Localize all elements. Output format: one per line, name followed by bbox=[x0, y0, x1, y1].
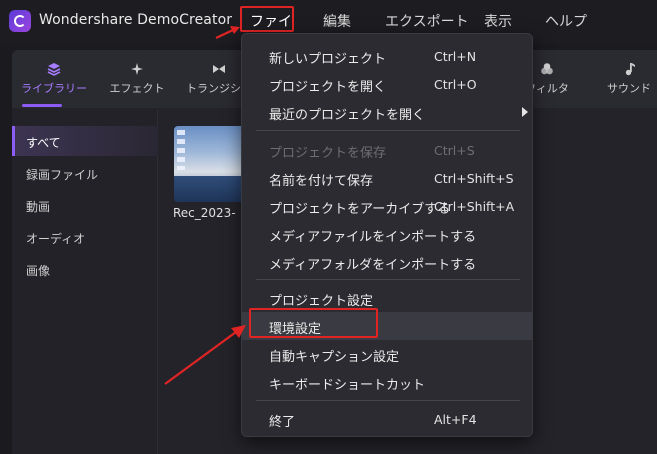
annotation-highlight-box bbox=[249, 308, 378, 338]
menu-item-open-recent[interactable]: 最近のプロジェクトを開く bbox=[242, 98, 532, 126]
tab-effects-label: エフェクト bbox=[109, 82, 165, 95]
menu-file[interactable]: ファイル bbox=[240, 6, 294, 50]
tab-sound[interactable]: サウンド bbox=[592, 50, 657, 108]
transition-icon bbox=[212, 62, 226, 76]
sparkle-icon bbox=[130, 62, 144, 76]
menu-item-label: 新しいプロジェクト bbox=[269, 52, 387, 67]
sidebar-item-recordings[interactable]: 録画ファイル bbox=[12, 158, 158, 188]
tab-library[interactable]: ライブラリー bbox=[17, 50, 91, 108]
menu-edit[interactable]: 編集 bbox=[323, 11, 351, 31]
menu-item-import-media-folder[interactable]: メディアフォルダをインポートする bbox=[242, 248, 532, 276]
menu-item-save-project[interactable]: プロジェクトを保存 Ctrl+S bbox=[242, 136, 532, 164]
menu-item-shortcut: Ctrl+N bbox=[434, 49, 477, 64]
media-thumbnail[interactable] bbox=[174, 126, 246, 202]
menu-item-shortcut: Ctrl+S bbox=[434, 143, 475, 158]
menu-item-shortcut: Alt+F4 bbox=[434, 412, 477, 427]
menu-item-archive-project[interactable]: プロジェクトをアーカイブする Ctrl+Shift+A bbox=[242, 192, 532, 220]
submenu-arrow-icon bbox=[522, 107, 528, 117]
menu-item-label: プロジェクトを保存 bbox=[269, 146, 387, 161]
desktop-icons-strip bbox=[177, 130, 185, 170]
app-title: Wondershare DemoCreator bbox=[39, 12, 233, 28]
menu-item-shortcut: Ctrl+Shift+S bbox=[434, 171, 514, 186]
menu-view[interactable]: 表示 bbox=[484, 11, 512, 31]
menu-export[interactable]: エクスポート bbox=[385, 11, 469, 31]
menu-item-label: プロジェクトをアーカイブする bbox=[269, 202, 451, 217]
menu-item-label: メディアファイルをインポートする bbox=[269, 230, 477, 245]
menu-item-label: 自動キャプション設定 bbox=[269, 350, 400, 365]
menu-separator bbox=[256, 279, 520, 280]
layers-icon bbox=[47, 62, 61, 76]
app-logo-icon bbox=[9, 10, 31, 32]
menu-help[interactable]: ヘルプ bbox=[545, 11, 587, 31]
menu-item-label: キーボードショートカット bbox=[269, 378, 426, 393]
active-tab-indicator bbox=[22, 104, 62, 107]
menu-item-shortcut: Ctrl+Shift+A bbox=[434, 199, 515, 214]
thumbnail-landscape bbox=[174, 176, 246, 202]
sidebar-item-images[interactable]: 画像 bbox=[12, 254, 158, 284]
menu-item-label: メディアフォルダをインポートする bbox=[269, 258, 477, 273]
menu-item-label: プロジェクト設定 bbox=[269, 294, 374, 309]
menu-separator bbox=[256, 400, 520, 401]
sidebar-item-all[interactable]: すべて bbox=[12, 126, 158, 156]
menu-item-import-media-files[interactable]: メディアファイルをインポートする bbox=[242, 220, 532, 248]
sidebar-item-audio[interactable]: オーディオ bbox=[12, 222, 158, 252]
tab-effects[interactable]: エフェクト bbox=[100, 50, 174, 108]
file-menu-dropdown: 新しいプロジェクト Ctrl+N プロジェクトを開く Ctrl+O 最近のプロジ… bbox=[241, 33, 533, 437]
menu-separator bbox=[256, 130, 520, 131]
menu-item-label: 終了 bbox=[269, 415, 296, 430]
menu-item-label: 名前を付けて保存 bbox=[269, 174, 374, 189]
library-sidebar: すべて 録画ファイル 動画 オーディオ 画像 bbox=[12, 110, 158, 454]
menu-item-shortcut: Ctrl+O bbox=[434, 77, 477, 92]
menu-item-label: プロジェクトを開く bbox=[269, 80, 387, 95]
tab-sound-label: サウンド bbox=[607, 82, 651, 95]
tab-library-label: ライブラリー bbox=[21, 82, 87, 95]
menu-item-label: 最近のプロジェクトを開く bbox=[269, 108, 426, 123]
sidebar-item-video[interactable]: 動画 bbox=[12, 190, 158, 220]
menu-item-exit[interactable]: 終了 Alt+F4 bbox=[242, 405, 532, 433]
filter-icon bbox=[540, 62, 554, 76]
menu-item-save-as[interactable]: 名前を付けて保存 Ctrl+Shift+S bbox=[242, 164, 532, 192]
media-clip-name: Rec_2023- bbox=[173, 206, 236, 220]
menu-item-new-project[interactable]: 新しいプロジェクト Ctrl+N bbox=[242, 42, 532, 70]
music-note-icon bbox=[622, 62, 636, 76]
menu-item-auto-caption-settings[interactable]: 自動キャプション設定 bbox=[242, 340, 532, 368]
menu-item-open-project[interactable]: プロジェクトを開く Ctrl+O bbox=[242, 70, 532, 98]
menu-item-keyboard-shortcuts[interactable]: キーボードショートカット bbox=[242, 368, 532, 396]
